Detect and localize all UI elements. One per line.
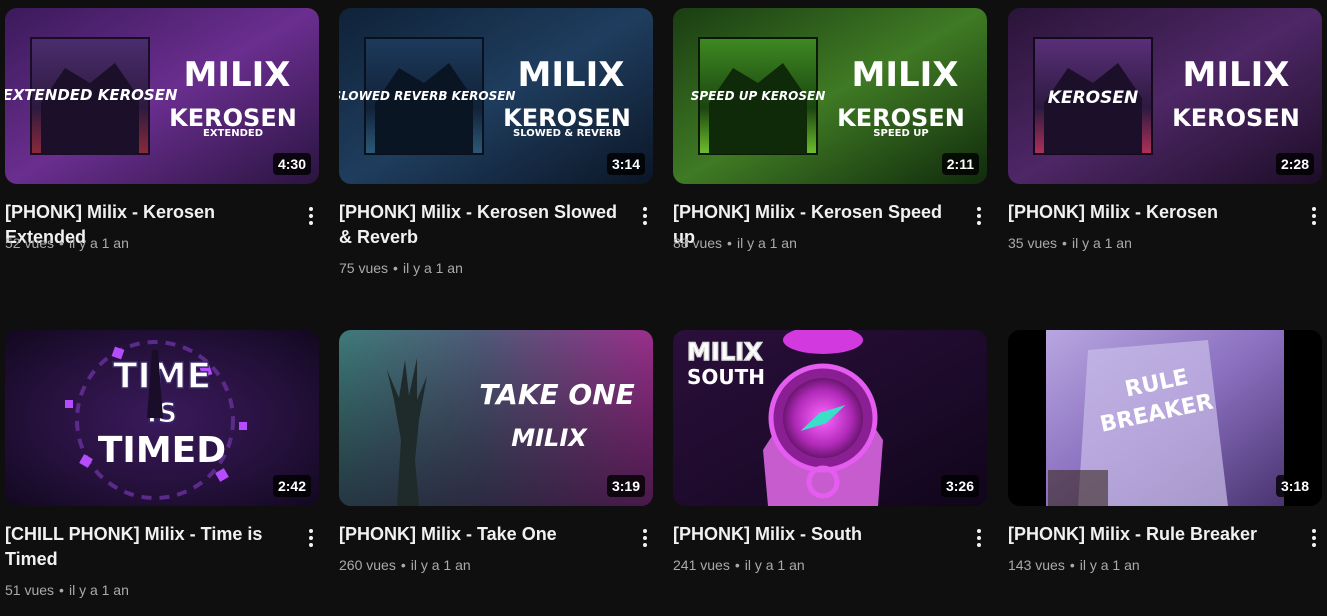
thumbnail-art: SLOWED REVERB KEROSEN MILIX KEROSEN SLOW… [339,8,653,184]
thumbnail-headline: MILIX [517,55,624,95]
more-options-icon[interactable] [1304,204,1324,228]
meta-separator: • [1069,557,1075,573]
upload-age: il y a 1 an [68,235,129,251]
video-duration: 2:11 [941,153,979,175]
thumbnail-art: SPEED UP KEROSEN MILIX KEROSEN SPEED UP [673,8,987,184]
thumbnail-headline: MILIX [183,55,290,95]
video-meta: 260 vues • il y a 1 an [339,556,471,574]
meta-separator: • [59,235,64,251]
thumbnail-art: EXTENDED KEROSEN MILIX KEROSEN EXTENDED [5,8,319,184]
video-duration: 3:18 [1275,475,1314,497]
video-grid: EXTENDED KEROSEN MILIX KEROSEN EXTENDED … [0,0,1327,616]
upload-age: il y a 1 an [744,557,805,573]
video-thumbnail[interactable]: TIME IS TIMED 2:42 [5,330,319,506]
meta-separator: • [727,235,732,251]
upload-age: il y a 1 an [410,557,471,573]
video-duration: 3:19 [606,475,645,497]
video-thumbnail[interactable]: RULE BREAKER 3:18 [1008,330,1322,506]
view-count: 35 vues [1008,235,1058,251]
video-thumbnail[interactable]: SLOWED REVERB KEROSEN MILIX KEROSEN SLOW… [339,8,653,184]
video-meta: 75 vues • il y a 1 an [339,259,463,277]
thumbnail-art: TIME IS TIMED [5,330,319,506]
video-thumbnail[interactable]: TAKE ONE MILIX 3:19 [339,330,653,506]
thumbnail-cover-text: KEROSEN [1048,88,1138,108]
meta-separator: • [1062,235,1067,251]
video-thumbnail[interactable]: MILIX SOUTH 3:26 [673,330,987,506]
meta-separator: • [393,260,398,276]
thumbnail-art: MILIX SOUTH [673,330,987,506]
upload-age: il y a 1 an [736,235,797,251]
video-title[interactable]: [PHONK] Milix - Kerosen Slowed & Reverb [339,200,619,250]
video-duration: 3:26 [940,475,979,497]
view-count: 52 vues [5,235,55,251]
video-duration: 3:14 [606,153,645,175]
upload-age: il y a 1 an [68,582,129,598]
more-options-icon[interactable] [301,204,321,228]
thumbnail-headline: MILIX [1182,55,1289,95]
view-count: 241 vues [673,557,730,573]
video-title[interactable]: [PHONK] Milix - South [673,522,953,547]
upload-age: il y a 1 an [1071,235,1132,251]
view-count: 88 vues [673,235,723,251]
thumbnail-subtitle-2: SPEED UP [873,128,928,139]
video-title[interactable]: [PHONK] Milix - Rule Breaker [1008,522,1288,547]
thumbnail-headline: TIME [113,356,211,397]
video-thumbnail[interactable]: SPEED UP KEROSEN MILIX KEROSEN SPEED UP … [673,8,987,184]
video-meta: 88 vues • il y a 1 an [673,234,797,252]
video-thumbnail[interactable]: EXTENDED KEROSEN MILIX KEROSEN EXTENDED … [5,8,319,184]
more-options-icon[interactable] [301,526,321,550]
video-duration: 2:28 [1275,153,1314,175]
video-meta: 241 vues • il y a 1 an [673,556,805,574]
meta-separator: • [59,582,64,598]
thumbnail-subtitle: SOUTH [687,365,765,389]
more-options-icon[interactable] [635,204,655,228]
upload-age: il y a 1 an [1079,557,1140,573]
video-duration: 2:42 [272,475,311,497]
thumbnail-subtitle-2: SLOWED & REVERB [513,128,621,139]
thumbnail-headline: MILIX [687,338,763,366]
thumbnail-cover-text: EXTENDED KEROSEN [5,86,178,104]
thumbnail-subtitle-2: TIMED [98,430,226,471]
video-meta: 35 vues • il y a 1 an [1008,234,1132,252]
thumbnail-subtitle: MILIX [511,424,588,452]
upload-age: il y a 1 an [402,260,463,276]
view-count: 75 vues [339,260,389,276]
thumbnail-art: TAKE ONE MILIX [339,330,653,506]
more-options-icon[interactable] [635,526,655,550]
meta-separator: • [400,557,406,573]
video-duration: 4:30 [272,153,311,175]
more-options-icon[interactable] [969,526,989,550]
video-thumbnail[interactable]: KEROSEN MILIX KEROSEN 2:28 [1008,8,1322,184]
more-options-icon[interactable] [1304,526,1324,550]
thumbnail-headline: MILIX [851,55,958,95]
view-count: 260 vues [339,557,396,573]
thumbnail-subtitle-2: EXTENDED [203,128,263,139]
thumbnail-cover-text: SLOWED REVERB KEROSEN [339,89,515,103]
video-meta: 52 vues • il y a 1 an [5,234,129,252]
video-title[interactable]: [PHONK] Milix - Kerosen [1008,200,1288,225]
video-title[interactable]: [CHILL PHONK] Milix - Time is Timed [5,522,285,572]
thumbnail-art: RULE BREAKER [1008,330,1322,506]
thumbnail-headline: TAKE ONE [479,378,635,411]
video-title[interactable]: [PHONK] Milix - Take One [339,522,619,547]
thumbnail-art: KEROSEN MILIX KEROSEN [1008,8,1322,184]
thumbnail-cover-text: SPEED UP KEROSEN [691,89,826,103]
video-meta: 143 vues • il y a 1 an [1008,556,1140,574]
more-options-icon[interactable] [969,204,989,228]
view-count: 51 vues [5,582,55,598]
video-meta: 51 vues • il y a 1 an [5,581,129,599]
view-count: 143 vues [1008,557,1065,573]
thumbnail-subtitle: KEROSEN [1172,104,1300,132]
meta-separator: • [734,557,740,573]
